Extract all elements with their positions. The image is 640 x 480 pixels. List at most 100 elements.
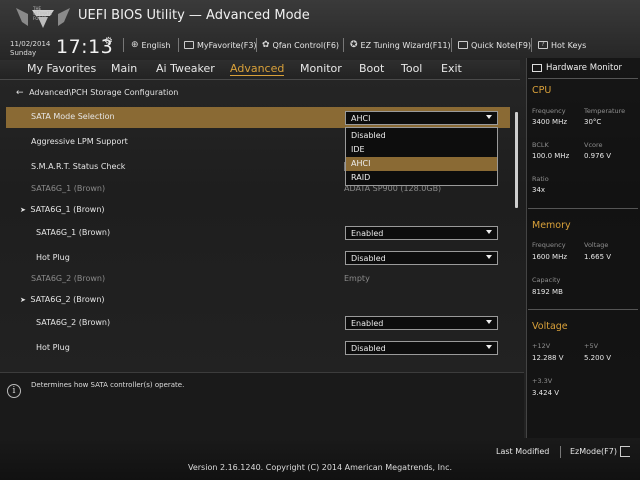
dropdown-option-ide[interactable]: IDE [346, 143, 497, 157]
monitor-icon [532, 64, 542, 72]
logo-text: THE ULTIMATE FORCE [33, 6, 53, 21]
sata6g-2-info-label: SATA6G_2 (Brown) [31, 274, 106, 283]
help-text: Determines how SATA controller(s) operat… [31, 381, 185, 389]
footer-bar [0, 438, 640, 480]
hot-plug-1-label[interactable]: Hot Plug [36, 253, 70, 262]
tab-my-favorites[interactable]: My Favorites [27, 62, 96, 75]
hot-plug-2-select[interactable]: Disabled [345, 341, 498, 355]
language-label: English [141, 40, 171, 50]
qfan-control-button[interactable]: ✿ Qfan Control(F6) [262, 39, 339, 51]
memory-frequency-value: 1600 MHz [532, 253, 568, 261]
tab-advanced[interactable]: Advanced [230, 62, 285, 76]
header-divider [256, 38, 257, 52]
last-modified-button[interactable]: Last Modified [496, 447, 549, 456]
sata6g-2-port-label[interactable]: SATA6G_2 (Brown) [36, 318, 110, 327]
ratio-label: Ratio [532, 175, 549, 183]
header-divider [123, 38, 124, 52]
sata6g-2-port-select[interactable]: Enabled [345, 316, 498, 330]
hot-keys-button[interactable]: ? Hot Keys [538, 39, 586, 51]
header-divider [531, 38, 532, 52]
footer-divider [560, 446, 561, 458]
vcore-label: Vcore [584, 141, 603, 149]
sata6g-1-port-select[interactable]: Enabled [345, 226, 498, 240]
qfan-label: Qfan Control(F6) [272, 40, 340, 50]
header-divider [178, 38, 179, 52]
dropdown-option-raid[interactable]: RAID [346, 171, 497, 185]
gear-icon[interactable]: ⚙ [104, 36, 113, 47]
sata6g-1-submenu-label: SATA6G_1 (Brown) [30, 205, 105, 214]
exit-to-ezmode-icon[interactable] [620, 446, 630, 457]
hot-plug-1-select[interactable]: Disabled [345, 251, 498, 265]
hot-keys-icon: ? [538, 41, 548, 49]
sata6g-1-submenu[interactable]: ➤ SATA6G_1 (Brown) [20, 205, 105, 214]
ez-tuning-icon: ✪ [350, 40, 358, 50]
monitor-divider [528, 208, 638, 209]
v5-value: 5.200 V [584, 354, 612, 362]
monitor-divider [528, 78, 638, 79]
sata-mode-selection-label[interactable]: SATA Mode Selection [31, 112, 115, 121]
header-divider [343, 38, 344, 52]
sata-mode-select[interactable]: AHCI [345, 111, 498, 125]
v5-label: +5V [584, 342, 599, 350]
hot-keys-label: Hot Keys [551, 40, 587, 50]
chevron-down-icon [486, 230, 492, 234]
my-favorite-button[interactable]: MyFavorite(F3) [184, 39, 257, 51]
quick-note-label: Quick Note(F9) [471, 40, 532, 50]
memory-frequency-label: Frequency [532, 241, 566, 249]
my-favorite-label: MyFavorite(F3) [197, 40, 257, 50]
submenu-arrow-icon: ➤ [20, 206, 26, 214]
cpu-temperature-value: 30°C [584, 118, 602, 126]
sata-mode-value: AHCI [351, 114, 371, 123]
scrollbar[interactable] [515, 112, 518, 208]
date-display: 11/02/2014 Sunday [10, 40, 50, 58]
cpu-frequency-value: 3400 MHz [532, 118, 568, 126]
day-text: Sunday [10, 49, 37, 57]
voltage-section-title: Voltage [532, 321, 568, 332]
ez-tuning-wizard-button[interactable]: ✪ EZ Tuning Wizard(F11) [350, 39, 451, 51]
info-icon: i [7, 384, 21, 398]
quick-note-button[interactable]: Quick Note(F9) [458, 39, 531, 51]
capacity-label: Capacity [532, 276, 561, 284]
dropdown-option-disabled[interactable]: Disabled [346, 129, 497, 143]
hardware-monitor-title: Hardware Monitor [532, 63, 622, 73]
hot-plug-2-value: Disabled [351, 344, 386, 353]
bclk-label: BCLK [532, 141, 549, 149]
cpu-temperature-label: Temperature [584, 107, 626, 115]
breadcrumb[interactable]: ← Advanced\PCH Storage Configuration [16, 88, 178, 98]
smart-status-check-label[interactable]: S.M.A.R.T. Status Check [31, 162, 125, 171]
tab-ai-tweaker[interactable]: Ai Tweaker [156, 62, 215, 75]
breadcrumb-path: Advanced\PCH Storage Configuration [29, 88, 179, 97]
tab-exit[interactable]: Exit [441, 62, 462, 75]
capacity-value: 8192 MB [532, 288, 563, 296]
sata6g-2-submenu[interactable]: ➤ SATA6G_2 (Brown) [20, 295, 105, 304]
sata-mode-dropdown: Disabled IDE AHCI RAID [345, 127, 498, 186]
bclk-value: 100.0 MHz [532, 152, 570, 160]
sata6g-1-port-value: Enabled [351, 229, 384, 238]
tab-boot[interactable]: Boot [359, 62, 384, 75]
sata6g-1-info-label: SATA6G_1 (Brown) [31, 184, 106, 193]
chevron-down-icon [486, 320, 492, 324]
ezmode-button[interactable]: EzMode(F7) [570, 447, 617, 456]
sata6g-2-device: Empty [344, 274, 370, 283]
hot-plug-2-label[interactable]: Hot Plug [36, 343, 70, 352]
cpu-section-title: CPU [532, 85, 552, 96]
tab-main[interactable]: Main [111, 62, 137, 75]
dropdown-option-ahci[interactable]: AHCI [346, 157, 497, 171]
tab-monitor[interactable]: Monitor [300, 62, 342, 75]
language-button[interactable]: ⊕ English [131, 39, 170, 51]
memory-section-title: Memory [532, 220, 571, 231]
chevron-down-icon [486, 345, 492, 349]
chevron-down-icon [486, 115, 492, 119]
sata6g-1-port-label[interactable]: SATA6G_1 (Brown) [36, 228, 110, 237]
vcore-value: 0.976 V [584, 152, 612, 160]
submenu-arrow-icon: ➤ [20, 296, 26, 304]
app-title: UEFI BIOS Utility — Advanced Mode [78, 8, 310, 23]
sata6g-2-submenu-label: SATA6G_2 (Brown) [30, 295, 105, 304]
tab-tool[interactable]: Tool [401, 62, 422, 75]
aggressive-lpm-label[interactable]: Aggressive LPM Support [31, 137, 128, 146]
chevron-down-icon [486, 255, 492, 259]
cpu-frequency-label: Frequency [532, 107, 566, 115]
v12-label: +12V [532, 342, 551, 350]
hardware-monitor-label: Hardware Monitor [546, 63, 623, 73]
back-arrow-icon[interactable]: ← [16, 88, 24, 98]
